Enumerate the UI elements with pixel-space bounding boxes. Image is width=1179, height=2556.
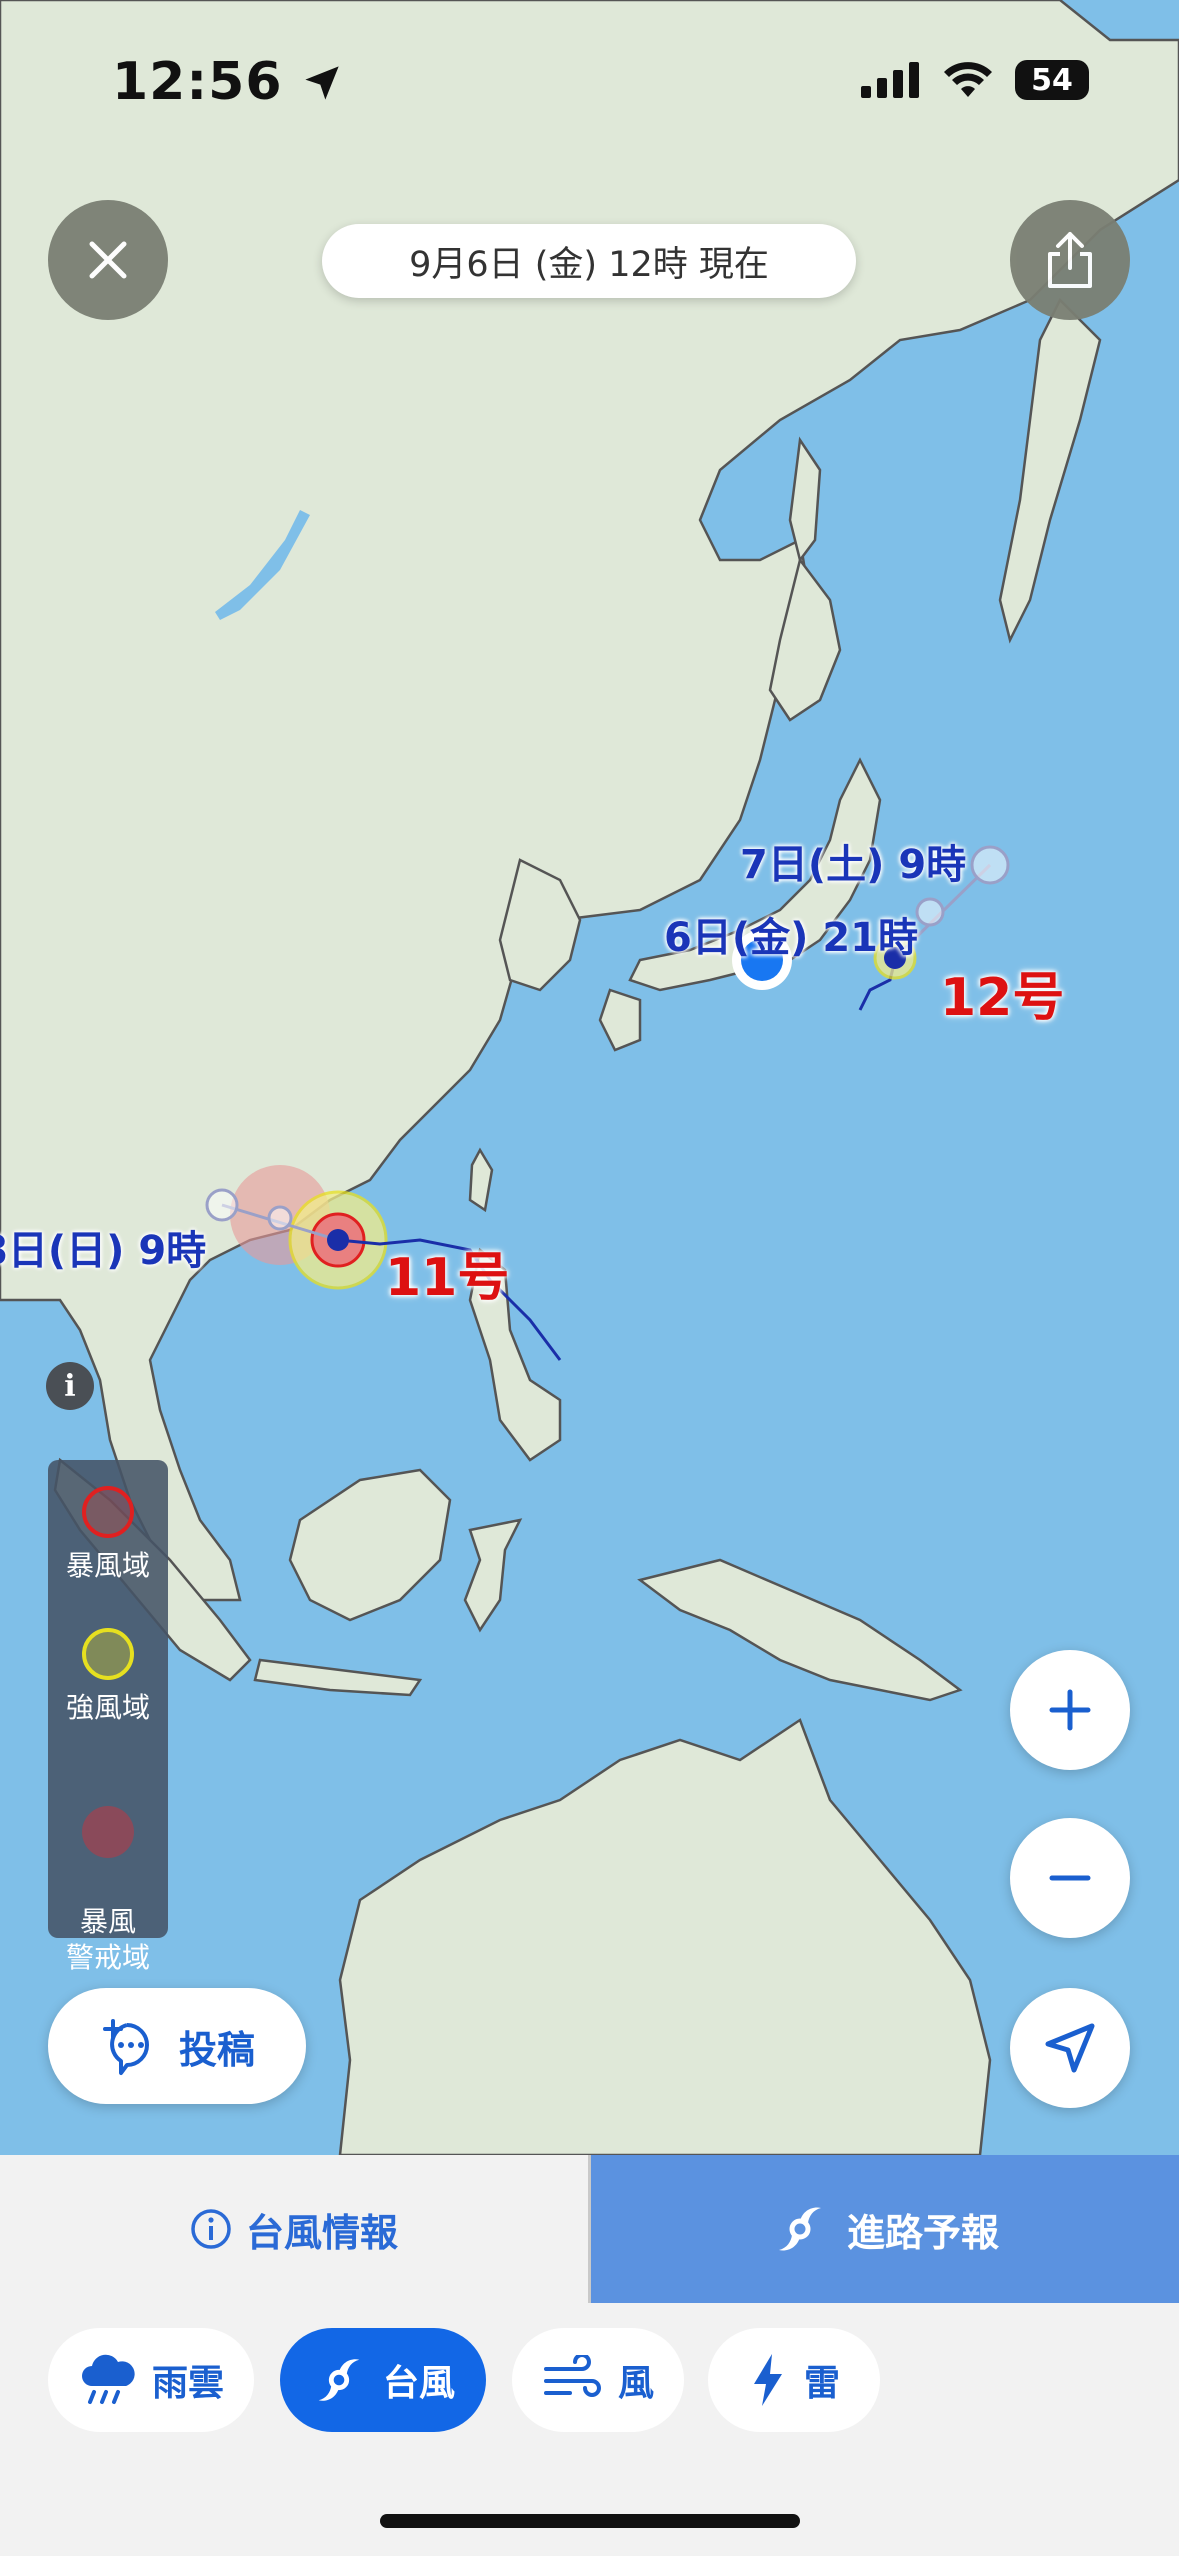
- layer-typhoon[interactable]: 台風: [280, 2328, 486, 2432]
- post-speech-icon: [102, 2019, 149, 2075]
- plus-icon: [1049, 1689, 1091, 1731]
- legend-item-strong-wind: 強風域: [48, 1628, 168, 1726]
- t12-forecast-label-6: 6日(金) 21時: [664, 915, 918, 961]
- home-indicator: [380, 2514, 800, 2528]
- layer-lightning-label: 雷: [803, 2363, 840, 2404]
- typhoon-icon: [318, 2359, 360, 2401]
- legend-info-button[interactable]: i: [46, 1362, 94, 1410]
- t12-forecast-circle-1: [915, 897, 945, 927]
- legend-item-storm: 暴風域: [48, 1486, 168, 1584]
- t12-forecast-circle-2: [970, 845, 1010, 885]
- typhoon-icon: [778, 2207, 821, 2251]
- zoom-out-button[interactable]: [1010, 1818, 1130, 1938]
- layer-rain-cloud[interactable]: 雨雲: [48, 2328, 254, 2432]
- layer-wind[interactable]: 風: [512, 2328, 684, 2432]
- tab-path-forecast-label: 進路予報: [846, 2210, 999, 2255]
- legend-label-storm: 暴風域: [65, 1549, 150, 1582]
- zoom-in-button[interactable]: [1010, 1650, 1130, 1770]
- legend-label-warning: 暴風 警戒域: [65, 1905, 150, 1974]
- layer-wind-label: 風: [617, 2363, 654, 2404]
- wifi-icon: [944, 62, 992, 97]
- legend-panel: 暴風域 強風域 暴風 警戒域: [48, 1460, 168, 1974]
- t11-forecast-circle-2: [205, 1188, 239, 1222]
- battery-indicator: 54: [1015, 60, 1089, 100]
- t11-forecast-label-8: 8日(日) 9時: [0, 1228, 207, 1274]
- post-label: 投稿: [178, 2027, 255, 2072]
- layer-lightning[interactable]: 雷: [708, 2328, 880, 2432]
- weather-map[interactable]: [0, 0, 1179, 2155]
- strong-wind-zone-symbol: [82, 1628, 134, 1680]
- lightning-icon: [753, 2354, 782, 2406]
- legend-item-warning: 暴風 警戒域: [48, 1770, 168, 2012]
- legend-label-strong-wind: 強風域: [65, 1691, 150, 1724]
- tab-typhoon-info[interactable]: 台風情報: [0, 2155, 591, 2303]
- close-button[interactable]: [48, 200, 168, 320]
- status-time: 12:56: [112, 52, 342, 112]
- signal-icon: [861, 62, 919, 98]
- storm-zone-symbol: [82, 1486, 134, 1538]
- navigation-arrow-icon: [1045, 2023, 1095, 2073]
- typhoon-12-label[interactable]: 12号: [940, 955, 1064, 1030]
- wind-icon: [543, 2355, 601, 2397]
- status-icons: 54: [861, 60, 1089, 100]
- typhoon-11-label[interactable]: 11号: [385, 1235, 509, 1310]
- status-time-text: 12:56: [112, 52, 283, 112]
- t11-center: [327, 1229, 349, 1251]
- share-icon: [1048, 232, 1092, 288]
- warning-zone-symbol: [82, 1806, 134, 1858]
- layer-rain-cloud-label: 雨雲: [151, 2363, 224, 2404]
- layer-typhoon-label: 台風: [382, 2363, 455, 2404]
- info-circle-icon: [191, 2209, 231, 2249]
- tab-path-forecast[interactable]: 進路予報: [591, 2155, 1179, 2303]
- current-time-label: 9月6日 (金) 12時 現在: [322, 224, 856, 298]
- t12-forecast-label-7: 7日(土) 9時: [740, 842, 967, 888]
- location-arrow-icon: [304, 66, 339, 100]
- rain-cloud-icon: [81, 2354, 135, 2404]
- share-button[interactable]: [1010, 200, 1130, 320]
- t11-forecast-circle-1: [267, 1205, 293, 1231]
- tab-typhoon-info-label: 台風情報: [245, 2210, 398, 2255]
- close-icon: [89, 241, 127, 279]
- post-button[interactable]: 投稿: [48, 1988, 306, 2104]
- locate-button[interactable]: [1010, 1988, 1130, 2108]
- minus-icon: [1049, 1875, 1091, 1881]
